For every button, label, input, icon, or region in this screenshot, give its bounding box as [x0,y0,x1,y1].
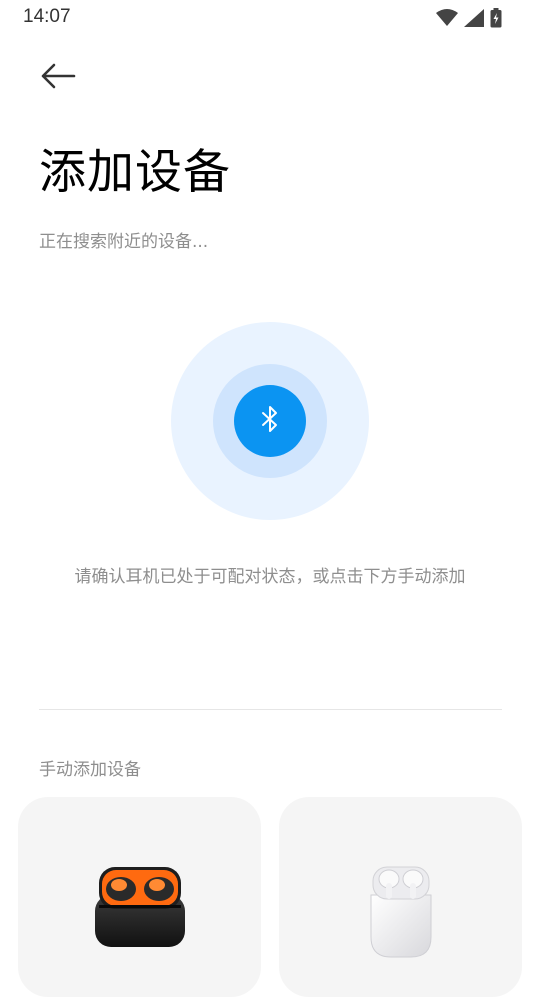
scan-radar [171,322,369,520]
page-title: 添加设备 [39,145,231,200]
radar-core [234,385,306,457]
earbuds-case-white-image [367,865,435,965]
manual-add-title: 手动添加设备 [39,760,141,780]
earbuds-case-orange-black-image [93,865,187,953]
bluetooth-icon [260,404,280,438]
pairing-hint: 请确认耳机已处于可配对状态，或点击下方手动添加 [74,567,466,587]
device-card-white-earbuds[interactable] [279,797,522,997]
search-status-text: 正在搜索附近的设备... [39,232,209,252]
wifi-icon [436,9,458,31]
status-icons [436,8,502,32]
device-card-orange-earbuds[interactable] [18,797,261,997]
arrow-left-icon [39,62,77,94]
radar-middle-ring [213,364,327,478]
divider [39,709,502,710]
status-time: 14:07 [23,6,71,27]
status-bar: 14:07 [0,0,540,34]
signal-icon [464,9,484,31]
back-button[interactable] [36,58,80,98]
battery-charging-icon [490,8,502,32]
